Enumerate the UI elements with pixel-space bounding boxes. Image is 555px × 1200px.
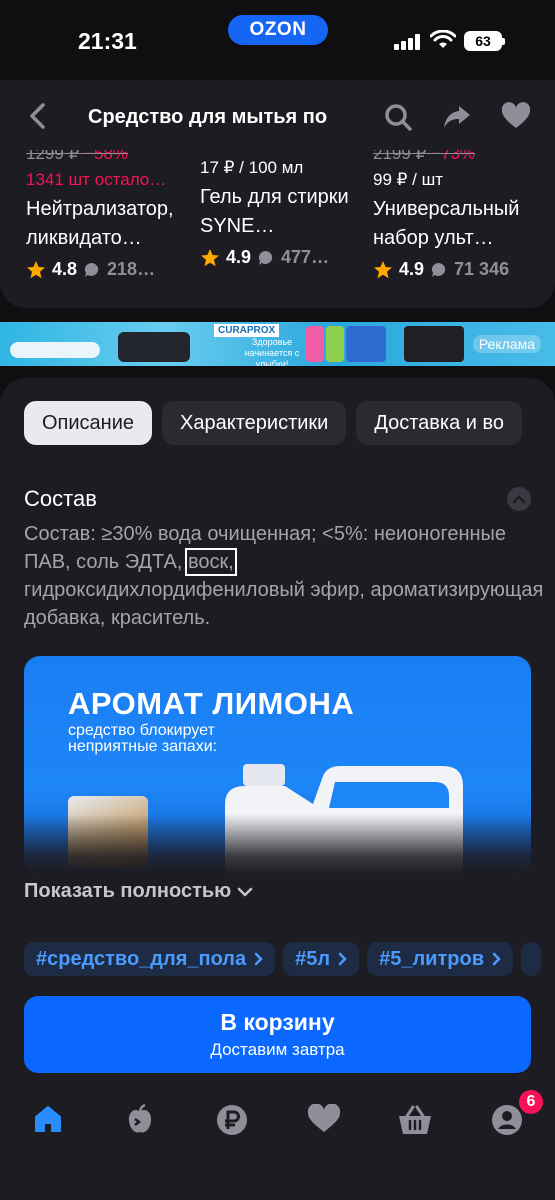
product-rating: 4.8 218…: [26, 259, 186, 280]
ad-brand-logo: CURAPROX: [214, 324, 280, 337]
cellular-signal-icon: [394, 34, 422, 50]
comment-icon: [258, 250, 273, 265]
ad-banner[interactable]: CURAPROX Здоровье начинается с улыбки! Р…: [0, 322, 555, 366]
fresh-icon[interactable]: [125, 1104, 155, 1136]
ad-slogan: Здоровье начинается с улыбки!: [244, 337, 300, 366]
collapse-button[interactable]: [507, 487, 531, 511]
payments-icon[interactable]: [216, 1104, 248, 1136]
recommended-product-card[interactable]: 1299 ₽ −58% 1341 шт остало… Нейтрализато…: [26, 150, 186, 280]
product-rating: 4.9 71 346: [373, 259, 533, 280]
product-box-image: [404, 326, 464, 362]
tab-delivery[interactable]: Доставка и во: [356, 401, 523, 445]
hashtag-chip[interactable]: [521, 942, 541, 976]
cart-basket-icon[interactable]: [398, 1104, 432, 1136]
star-icon: [374, 260, 392, 278]
old-price: 1299 ₽ −58%: [26, 150, 129, 163]
back-arrow-icon[interactable]: [26, 102, 50, 130]
product-name: Универсальный набор ульт…: [373, 198, 520, 249]
product-rating: 4.9 477…: [200, 247, 360, 268]
product-name: Нейтрализатор, ликвидато…: [26, 198, 174, 249]
show-all-link[interactable]: Показать полностью: [24, 880, 253, 903]
tab-description[interactable]: Описание: [24, 401, 153, 445]
battery-icon: 63: [464, 31, 505, 51]
old-price: 2199 ₽ −73%: [373, 150, 476, 163]
toothbrush-image: [306, 326, 324, 362]
unit-price: 99 ₽ / шт: [373, 170, 444, 189]
product-case-image: [118, 332, 190, 362]
promo-subtitle: средство блокирует неприятные запахи:: [68, 722, 218, 755]
hashtag-chip[interactable]: #5_литров: [367, 942, 513, 976]
add-to-cart-button[interactable]: В корзину Доставим завтра: [24, 996, 531, 1073]
tab-characteristics[interactable]: Характеристики: [162, 401, 347, 445]
highlighted-word: воск,: [185, 548, 237, 576]
ad-label: Реклама: [472, 335, 541, 353]
nav-bar: Средство для мытья по: [0, 80, 555, 150]
recommended-product-card[interactable]: 17 ₽ / 100 мл Гель для стирки SYNE… 4.9 …: [200, 150, 360, 268]
unit-price: 17 ₽ / 100 мл: [200, 158, 304, 177]
promo-image[interactable]: АРОМАТ ЛИМОНА средство блокирует неприят…: [24, 656, 531, 874]
add-to-cart-label: В корзину: [220, 1009, 335, 1035]
profile-icon[interactable]: [491, 1104, 523, 1136]
home-icon[interactable]: [33, 1104, 63, 1134]
hashtag-list: #средство_для_пола #5л #5_литров: [24, 942, 541, 976]
recommended-product-card[interactable]: 2199 ₽ −73% 99 ₽ / шт Универсальный набо…: [373, 150, 533, 280]
star-icon: [27, 260, 45, 278]
composition-text: Состав: ≥30% вода очищенная; <5%: неионо…: [24, 523, 544, 629]
heart-icon[interactable]: [501, 102, 531, 130]
delivery-label: Доставим завтра: [210, 1040, 345, 1059]
favorites-heart-icon[interactable]: [307, 1104, 341, 1134]
page-title[interactable]: Средство для мытья по: [88, 106, 344, 129]
share-icon[interactable]: [442, 102, 472, 132]
search-icon[interactable]: [383, 102, 413, 132]
chevron-down-icon: [238, 887, 253, 896]
comment-icon: [84, 262, 99, 277]
image-fade: [24, 814, 531, 874]
hashtag-chip[interactable]: #средство_для_пола: [24, 942, 276, 976]
chevron-right-icon: [492, 952, 501, 966]
hashtag-chip[interactable]: #5л: [283, 942, 360, 976]
profile-notification-badge: 6: [519, 1090, 543, 1114]
ozon-logo[interactable]: OZON: [228, 15, 328, 45]
status-bar: 21:31 OZON 63: [0, 0, 555, 80]
chevron-right-icon: [338, 952, 347, 966]
product-name: Гель для стирки SYNE…: [200, 186, 349, 237]
chevron-right-icon: [254, 952, 263, 966]
details-tabs: Описание Характеристики Доставка и во: [24, 401, 523, 445]
star-icon: [201, 248, 219, 266]
status-time: 21:31: [78, 28, 137, 54]
toothbrush-image: [326, 326, 344, 362]
product-details-card: Описание Характеристики Доставка и во Со…: [0, 378, 555, 1200]
comment-icon: [431, 262, 446, 277]
toothbrush-image: [10, 342, 100, 358]
composition-title: Состав: [24, 486, 97, 511]
bottom-tab-bar: [0, 1090, 555, 1150]
product-box-image: [346, 326, 386, 362]
recommended-section: Средство для мытья по 1299 ₽ −58% 1341 ш…: [0, 80, 555, 308]
promo-title: АРОМАТ ЛИМОНА: [68, 686, 355, 721]
chevron-up-icon: [512, 495, 526, 504]
wifi-icon: [430, 30, 456, 48]
stock-left: 1341 шт остало…: [26, 170, 167, 189]
